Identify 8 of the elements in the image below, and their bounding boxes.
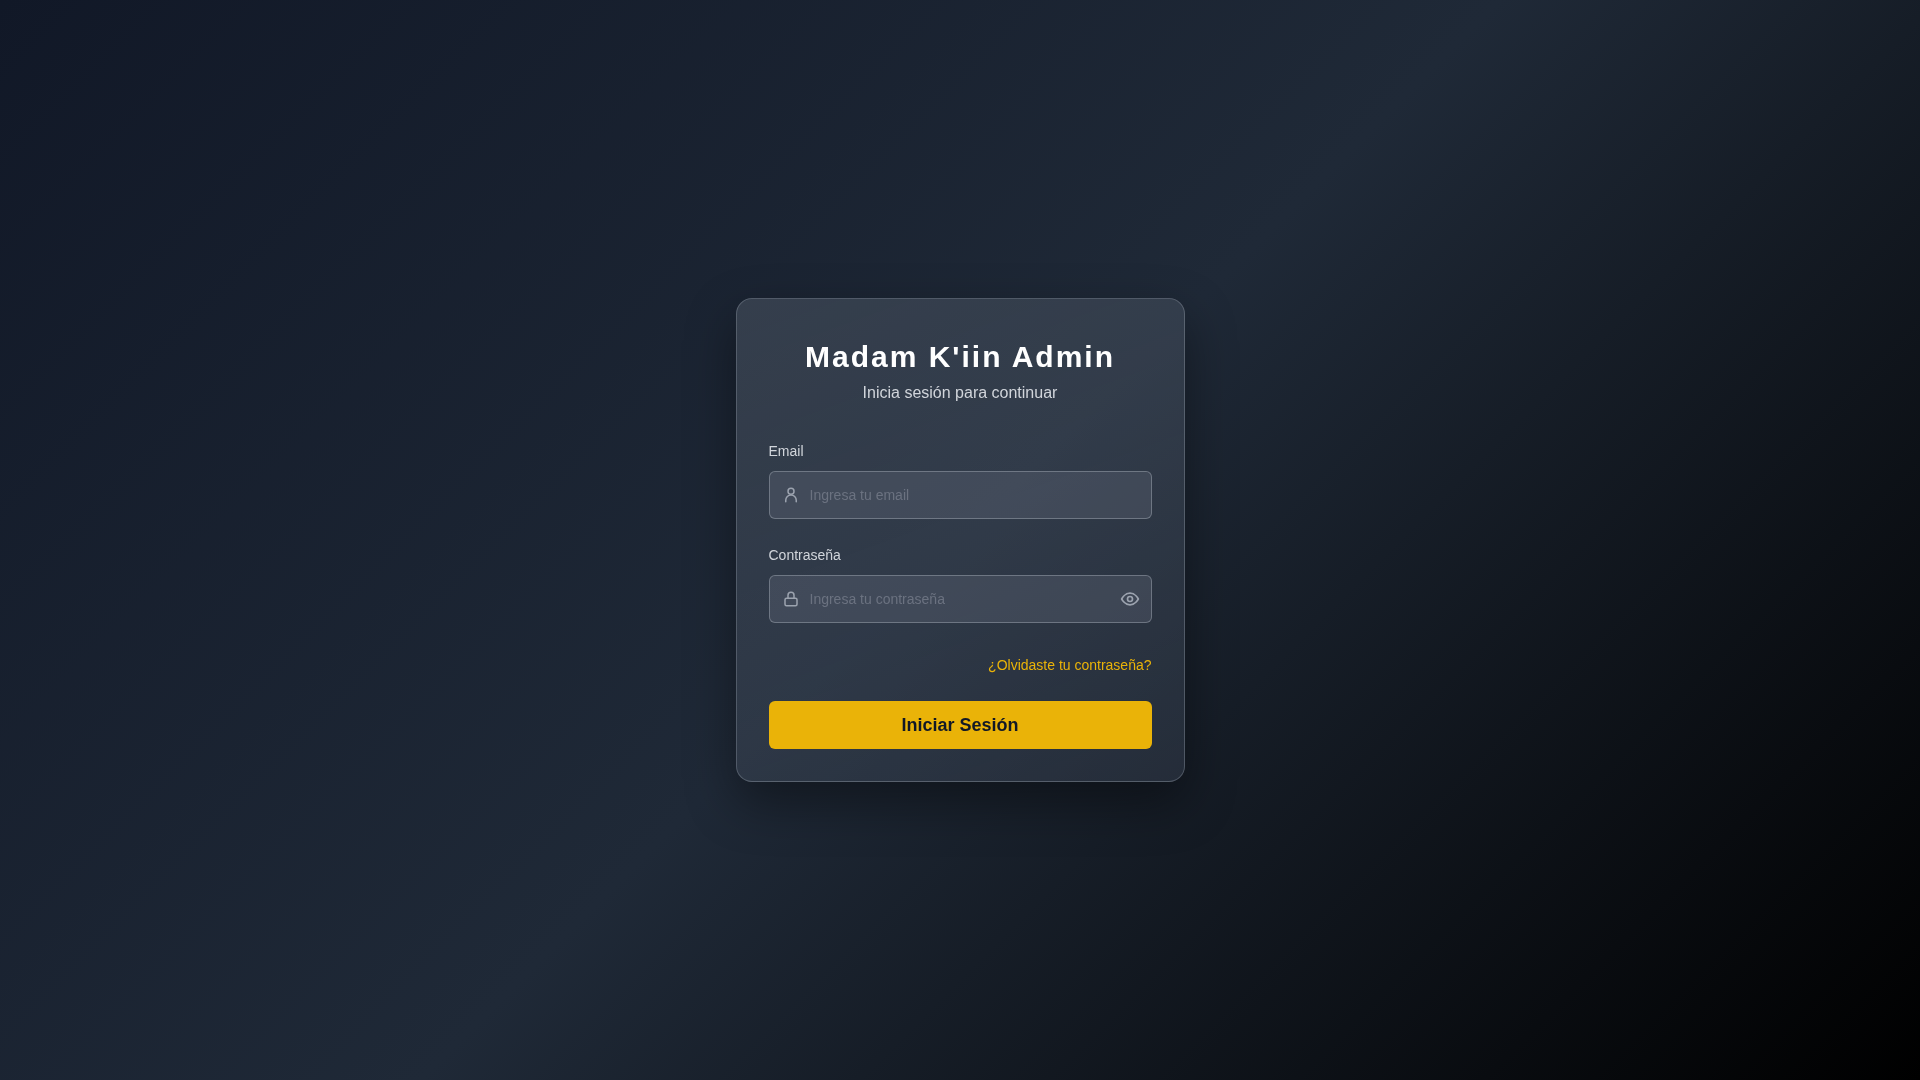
- field-label: Contraseña: [768, 546, 841, 565]
- login-subtitle: Inicia sesión para continuar: [861, 383, 1059, 403]
- lock-icon: [781, 590, 800, 608]
- field-label: Email: [768, 442, 804, 461]
- show-password-icon[interactable]: [1119, 589, 1140, 609]
- forgot-password-link[interactable]: ¿Olvidaste tu contraseña?: [988, 657, 1152, 673]
- login-button[interactable]: Iniciar Sesión: [768, 701, 1152, 749]
- login-title: Madam K'iin Admin: [803, 339, 1116, 375]
